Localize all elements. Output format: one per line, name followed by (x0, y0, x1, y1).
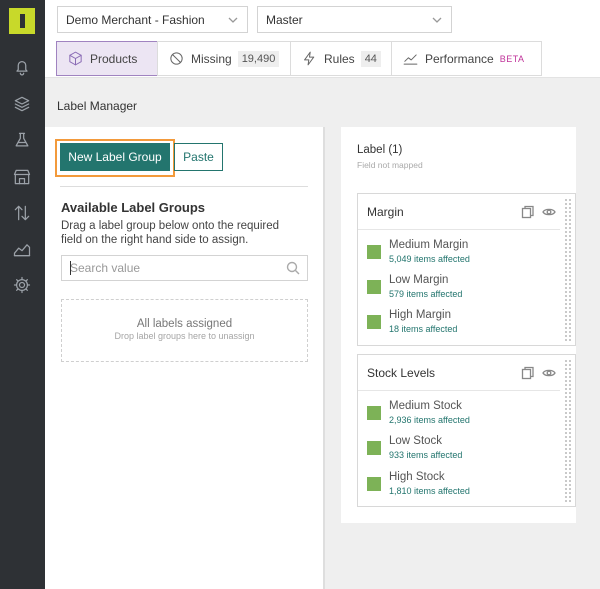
label-field-panel: Label (1) Field not mapped Margin Medium… (341, 127, 576, 523)
available-groups-title: Available Label Groups (61, 200, 206, 215)
chevron-down-icon (227, 14, 239, 29)
rules-count-badge: 44 (360, 50, 381, 67)
drag-handle[interactable] (564, 198, 572, 341)
label-color-swatch (367, 441, 381, 455)
tab-performance-label: Performance (425, 51, 494, 66)
label-group-header: Stock Levels (358, 355, 560, 391)
top-bar: Demo Merchant - Fashion Master (45, 0, 600, 40)
beta-badge: BETA (499, 53, 525, 64)
tab-products-label: Products (90, 51, 138, 66)
label-item-name: Low Margin (389, 274, 449, 286)
eye-icon[interactable] (542, 367, 556, 382)
search-box (61, 255, 308, 281)
label-item-count: 579 items affected (389, 289, 463, 299)
label-group-title: Stock Levels (367, 366, 436, 380)
text-cursor (70, 261, 71, 275)
available-groups-panel: New Label Group Paste Available Label Gr… (45, 127, 325, 589)
label-item-count: 5,049 items affected (389, 254, 470, 264)
tab-performance[interactable]: Performance BETA (391, 41, 542, 76)
bolt-icon (304, 51, 315, 66)
tabs-bar: Products Missing 19,490 Rules 44 Perform… (45, 40, 600, 78)
copy-icon[interactable] (521, 205, 535, 222)
chevron-down-icon (431, 14, 443, 29)
search-icon[interactable] (286, 261, 300, 278)
dropzone-title: All labels assigned (136, 318, 233, 330)
label-group-margin[interactable]: Margin Medium Margin 5,049 items affecte… (357, 193, 576, 346)
ban-icon (170, 52, 183, 65)
environment-select[interactable]: Master (257, 6, 452, 33)
tab-missing-label: Missing (191, 51, 232, 66)
label-color-swatch (367, 477, 381, 491)
flask-icon[interactable] (11, 129, 33, 151)
label-group-header: Margin (358, 194, 560, 230)
merchant-select-value: Demo Merchant - Fashion (66, 12, 205, 27)
label-item-name: Low Stock (389, 435, 443, 447)
bell-icon[interactable] (11, 56, 33, 78)
dropzone-subtitle: Drop label groups here to unassign (114, 331, 255, 341)
tab-rules-label: Rules (324, 51, 355, 66)
label-item-count: 2,936 items affected (389, 415, 470, 425)
layers-icon[interactable] (11, 93, 33, 115)
label-item-count: 933 items affected (389, 450, 463, 460)
eye-icon[interactable] (542, 206, 556, 221)
arrows-up-down-icon[interactable] (11, 202, 33, 224)
label-item[interactable]: Low Stock 933 items affected (367, 435, 557, 465)
unassign-dropzone[interactable]: All labels assigned Drop label groups he… (61, 299, 308, 362)
chart-line-icon (403, 54, 418, 65)
app-logo[interactable] (9, 8, 35, 34)
label-item-name: Medium Stock (389, 400, 462, 412)
drag-handle[interactable] (564, 359, 572, 502)
tab-products[interactable]: Products (56, 41, 158, 76)
label-field-title: Label (1) (357, 144, 403, 156)
page-title: Label Manager (57, 99, 138, 113)
label-item[interactable]: High Stock 1,810 items affected (367, 471, 557, 501)
search-input[interactable] (70, 260, 275, 276)
label-color-swatch (367, 315, 381, 329)
cube-icon (69, 51, 82, 66)
label-item[interactable]: Low Margin 579 items affected (367, 274, 557, 304)
label-color-swatch (367, 280, 381, 294)
label-group-stock-levels[interactable]: Stock Levels Medium Stock 2,936 items af… (357, 354, 576, 507)
missing-count-badge: 19,490 (237, 50, 280, 67)
merchant-select[interactable]: Demo Merchant - Fashion (57, 6, 248, 33)
label-field-status: Field not mapped (357, 160, 423, 170)
tab-rules[interactable]: Rules 44 (290, 41, 392, 76)
label-item-count: 18 items affected (389, 324, 458, 334)
label-color-swatch (367, 406, 381, 420)
divider (60, 186, 308, 187)
chart-area-icon[interactable] (11, 238, 33, 260)
store-icon[interactable] (11, 166, 33, 188)
label-item-count: 1,810 items affected (389, 486, 470, 496)
tab-missing[interactable]: Missing 19,490 (157, 41, 291, 76)
paste-button[interactable]: Paste (174, 143, 223, 171)
copy-icon[interactable] (521, 366, 535, 383)
label-item[interactable]: High Margin 18 items affected (367, 309, 557, 339)
environment-select-value: Master (266, 12, 303, 27)
gear-icon[interactable] (11, 274, 33, 296)
label-item[interactable]: Medium Stock 2,936 items affected (367, 400, 557, 430)
label-item[interactable]: Medium Margin 5,049 items affected (367, 239, 557, 269)
label-color-swatch (367, 245, 381, 259)
new-label-group-button[interactable]: New Label Group (60, 143, 170, 171)
label-group-title: Margin (367, 205, 404, 219)
label-item-name: High Margin (389, 309, 451, 321)
label-item-name: Medium Margin (389, 239, 469, 251)
sidebar (0, 0, 45, 589)
label-item-name: High Stock (389, 471, 445, 483)
available-groups-description: Drag a label group below onto the requir… (61, 220, 280, 246)
